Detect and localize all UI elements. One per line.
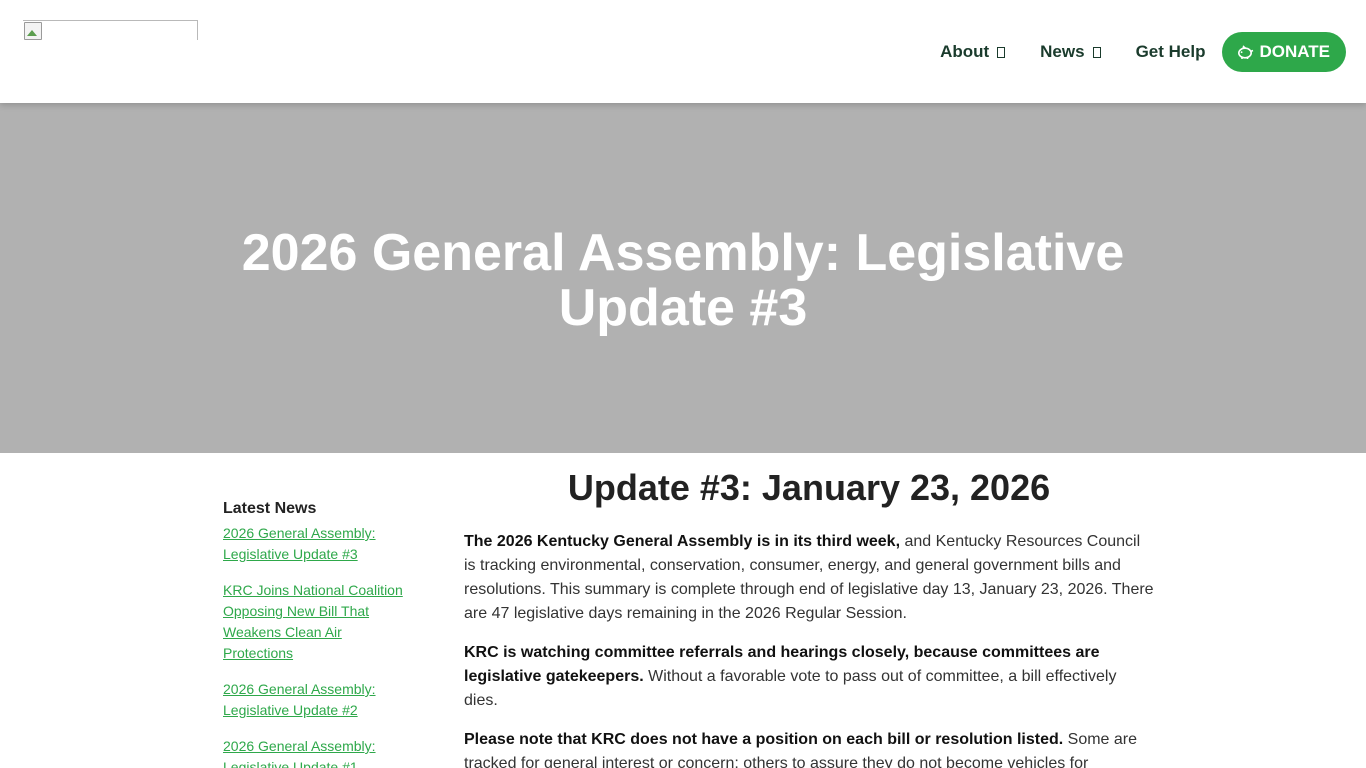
article-heading: Update #3: January 23, 2026 xyxy=(567,467,1051,508)
chevron-down-icon xyxy=(997,47,1006,58)
sidebar-latest-news: Latest News 2026 General Assembly: Legis… xyxy=(223,500,413,768)
nav-about[interactable]: About xyxy=(940,42,1006,62)
nav-get-help[interactable]: Get Help xyxy=(1136,42,1206,62)
paragraph-lead: Please note that KRC does not have a pos… xyxy=(464,731,1064,748)
sidebar-news-link[interactable]: 2026 General Assembly: Legislative Updat… xyxy=(223,736,413,768)
site-header: About News Get Help DONATE xyxy=(0,0,1366,103)
chevron-down-icon xyxy=(1092,47,1101,58)
sidebar-news-link[interactable]: KRC Joins National Coalition Opposing Ne… xyxy=(223,580,413,664)
article-content: Update #3: January 23, 2026 The 2026 Ken… xyxy=(464,466,1154,768)
nav-get-help-label: Get Help xyxy=(1135,42,1206,61)
donate-button[interactable]: DONATE xyxy=(1222,32,1346,72)
nav-about-label: About xyxy=(940,42,990,61)
donate-label: DONATE xyxy=(1259,42,1330,61)
main-nav: About News Get Help DONATE xyxy=(940,32,1346,72)
piggy-bank-icon xyxy=(1238,44,1254,59)
site-logo-broken-image[interactable] xyxy=(23,20,198,40)
nav-news-label: News xyxy=(1040,42,1085,61)
article-paragraph: Please note that KRC does not have a pos… xyxy=(464,728,1154,768)
hero-banner: 2026 General Assembly: Legislative Updat… xyxy=(0,103,1366,453)
page-title: 2026 General Assembly: Legislative Updat… xyxy=(241,223,1125,337)
nav-news[interactable]: News xyxy=(1040,42,1101,62)
article-paragraph: KRC is watching committee referrals and … xyxy=(464,641,1154,713)
paragraph-lead: The 2026 Kentucky General Assembly is in… xyxy=(464,533,901,550)
sidebar-news-link[interactable]: 2026 General Assembly: Legislative Updat… xyxy=(223,679,413,721)
article-paragraph: The 2026 Kentucky General Assembly is in… xyxy=(464,530,1154,626)
sidebar-heading: Latest News xyxy=(223,500,317,517)
sidebar-news-link[interactable]: 2026 General Assembly: Legislative Updat… xyxy=(223,523,413,565)
